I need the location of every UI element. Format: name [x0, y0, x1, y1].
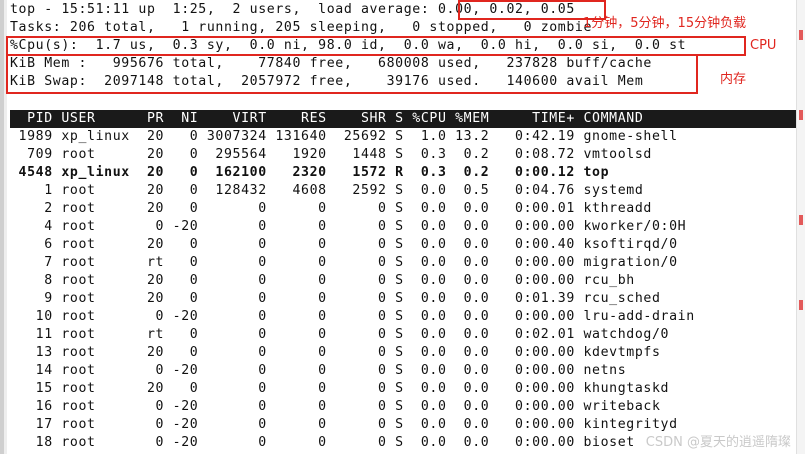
table-row: 6 root 20 0 0 0 0 S 0.0 0.0 0:00.40 ksof…	[10, 237, 678, 252]
table-row: 4548 xp_linux 20 0 162100 2320 1572 R 0.…	[10, 165, 610, 180]
table-row: 2 root 20 0 0 0 0 S 0.0 0.0 0:00.01 kthr…	[10, 201, 652, 216]
tasks-line: Tasks: 206 total, 1 running, 205 sleepin…	[10, 20, 593, 35]
table-row: 15 root 20 0 0 0 0 S 0.0 0.0 0:00.00 khu…	[10, 381, 670, 396]
table-row: 18 root 0 -20 0 0 0 S 0.0 0.0 0:00.00 bi…	[10, 435, 635, 450]
table-row: 4 root 0 -20 0 0 0 S 0.0 0.0 0:00.00 kwo…	[10, 219, 687, 234]
memory-annotation: 内存	[720, 72, 747, 87]
memory-highlight-box	[6, 54, 698, 94]
scroll-marker	[799, 215, 803, 225]
table-row: 17 root 0 -20 0 0 0 S 0.0 0.0 0:00.00 ki…	[10, 417, 678, 432]
table-row: 10 root 0 -20 0 0 0 S 0.0 0.0 0:00.00 lr…	[10, 309, 695, 324]
table-row: 8 root 20 0 0 0 0 S 0.0 0.0 0:00.00 rcu_…	[10, 273, 635, 288]
table-row: 13 root 20 0 0 0 0 S 0.0 0.0 0:00.00 kde…	[10, 345, 661, 360]
scroll-marker	[799, 30, 803, 40]
watermark: CSDN @夏天的逍遥隋璨	[645, 435, 791, 450]
table-row: 11 root rt 0 0 0 0 S 0.0 0.0 0:02.01 wat…	[10, 327, 670, 342]
scroll-marker	[799, 300, 803, 310]
table-row: 14 root 0 -20 0 0 0 S 0.0 0.0 0:00.00 ne…	[10, 363, 627, 378]
table-row: 1989 xp_linux 20 0 3007324 131640 25692 …	[10, 129, 678, 144]
right-scrollbar[interactable]	[796, 0, 805, 454]
table-row: 7 root rt 0 0 0 0 S 0.0 0.0 0:00.00 migr…	[10, 255, 678, 270]
cpu-highlight-box	[6, 36, 746, 56]
table-row: 9 root 20 0 0 0 0 S 0.0 0.0 0:01.39 rcu_…	[10, 291, 661, 306]
cpu-annotation: CPU	[750, 38, 777, 53]
table-row: 709 root 20 0 295564 1920 1448 S 0.3 0.2…	[10, 147, 652, 162]
table-row: 1 root 20 0 128432 4608 2592 S 0.0 0.5 0…	[10, 183, 644, 198]
process-table-header: PID USER PR NI VIRT RES SHR S %CPU %MEM …	[10, 111, 644, 126]
scroll-marker	[799, 110, 803, 120]
table-row: 16 root 0 -20 0 0 0 S 0.0 0.0 0:00.00 wr…	[10, 399, 661, 414]
load-average-annotation: 1分钟，5分钟，15分钟负载	[583, 16, 747, 31]
